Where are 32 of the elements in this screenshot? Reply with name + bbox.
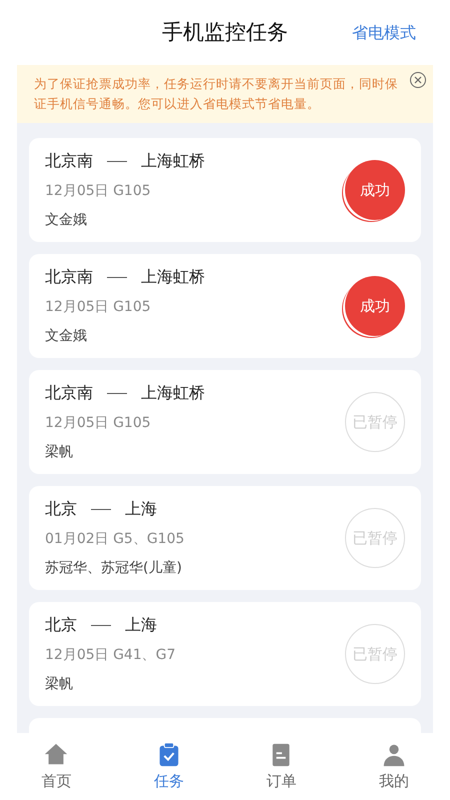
destination-station: 上海虹桥 (141, 150, 205, 172)
status-stamp: 成功 (345, 276, 405, 336)
status-stamp: 成功 (345, 160, 405, 220)
tab-bar-item[interactable]: 首页 (0, 733, 112, 800)
trip-detail: 12月05日 G105 (45, 182, 152, 201)
power-saving-link[interactable]: 省电模式 (352, 21, 416, 45)
tab-bar-item[interactable]: 我的 (338, 733, 450, 800)
tab-bar-item[interactable]: 订单 (225, 733, 338, 800)
tab-bar-item[interactable]: 任务 (112, 733, 225, 800)
passenger-names: 苏冠华、苏冠华(儿童) (45, 559, 183, 578)
task-card[interactable]: 北京南 上海虹桥 12月05日 G105 文金娥 成功 (29, 254, 421, 358)
trip-detail: 12月05日 G41、G7 (45, 646, 176, 665)
destination-station: 上海 (125, 614, 157, 636)
destination-station: 上海 (125, 498, 157, 520)
notice-text: 为了保证抢票成功率，任务运行时请不要离开当前页面，同时保证手机信号通畅。您可以进入省电模式节省电量。 (34, 75, 399, 113)
passenger-names: 梁帆 (45, 443, 74, 462)
origin-station: 北京南 (45, 266, 93, 288)
page-title: 手机监控任务 (162, 18, 288, 46)
destination-station: 上海虹桥 (141, 382, 205, 404)
trip-detail: 01月02日 G5、G105 (45, 530, 186, 549)
origin-station: 北京南 (45, 382, 93, 404)
trip-detail: 12月05日 G105 (45, 298, 152, 317)
passenger-names: 文金娥 (45, 211, 88, 230)
origin-station: 北京南 (45, 150, 93, 172)
passenger-names: 文金娥 (45, 327, 88, 346)
destination-station: 上海虹桥 (141, 266, 205, 288)
trip-detail: 12月05日 G105 (45, 414, 152, 433)
origin-station: 北京 (45, 614, 77, 636)
origin-station: 北京 (45, 498, 77, 520)
passenger-names: 梁帆 (45, 675, 74, 694)
close-icon[interactable] (409, 71, 427, 89)
task-card[interactable]: 北京南 上海虹桥 12月05日 G105 文金娥 成功 (29, 138, 421, 242)
